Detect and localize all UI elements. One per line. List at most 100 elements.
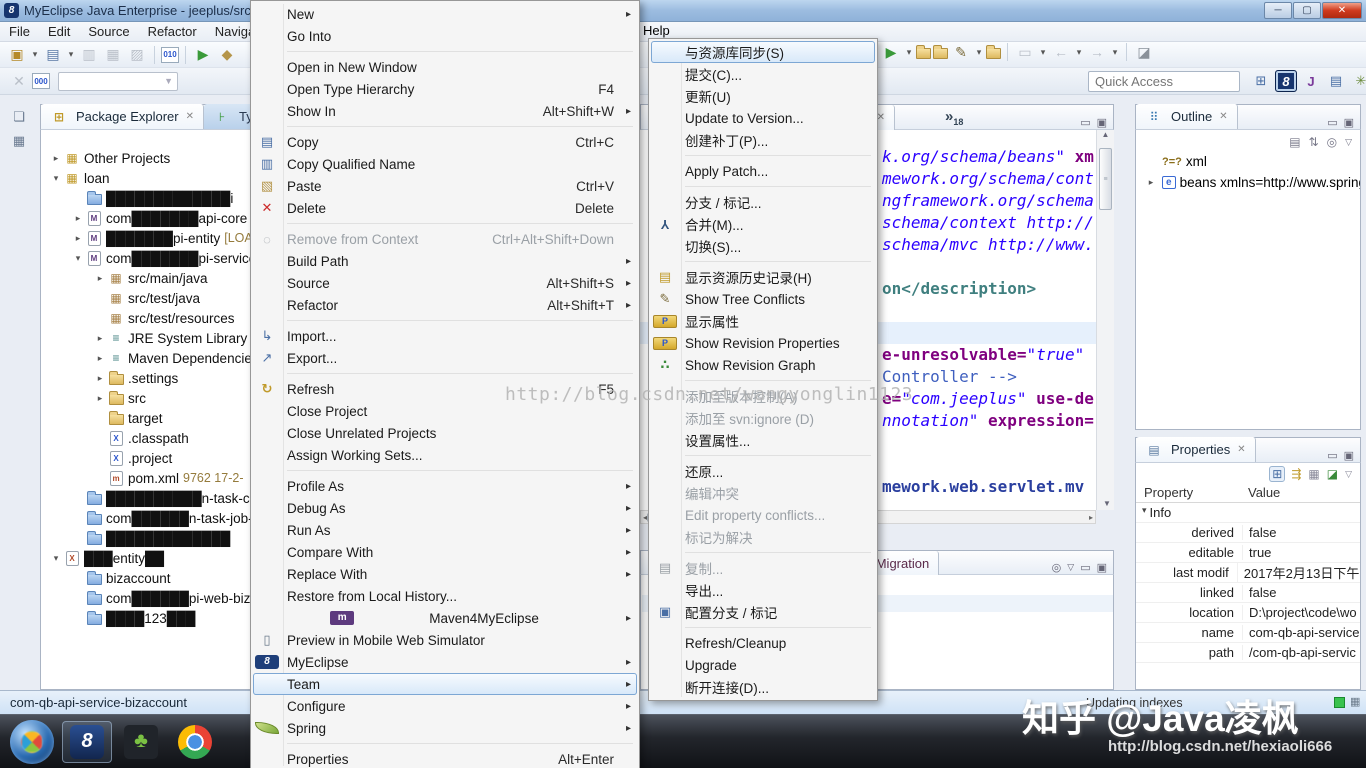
menu-item[interactable]: P Show Revision Properties <box>651 332 875 354</box>
menu-item[interactable] <box>651 623 875 632</box>
menu-item[interactable]: ✎ Show Tree Conflicts <box>651 288 875 310</box>
menu-item[interactable]: Show In Alt+Shift+W ▸ <box>253 100 637 122</box>
tab-properties[interactable]: ▤ Properties ✕ <box>1136 437 1256 462</box>
tree-row[interactable]: █████████████ <box>41 528 245 548</box>
last-edit-icon[interactable]: ▭ <box>1014 42 1036 62</box>
menu-item[interactable]: Restore from Local History... <box>253 585 637 607</box>
property-row[interactable]: path /com-qb-api-servic <box>1136 643 1360 663</box>
maximize-view-icon[interactable]: ▣ <box>1344 116 1354 129</box>
menu-item[interactable]: Replace With ▸ <box>253 563 637 585</box>
new-menu-icon[interactable]: ▤ <box>42 45 64 65</box>
close-button[interactable]: ✕ <box>1322 2 1362 19</box>
menu-item[interactable]: Update to Version... <box>651 107 875 129</box>
minimize-button[interactable]: ─ <box>1264 2 1292 19</box>
dropdown-icon[interactable]: ▾ <box>904 42 914 62</box>
menu-item[interactable]: Spring ▸ <box>253 717 637 739</box>
menu-item[interactable]: ▤ 显示资源历史记录(H) <box>651 266 875 288</box>
menu-item[interactable]: 切换(S)... <box>651 235 875 257</box>
menu-item[interactable]: ✕ Delete Delete <box>253 197 637 219</box>
dropdown-icon[interactable]: ▾ <box>1038 42 1048 62</box>
expand-arrow-icon[interactable]: ▸ <box>71 213 85 224</box>
expand-arrow-icon[interactable]: ▸ <box>49 153 63 164</box>
menu-item[interactable] <box>651 257 875 266</box>
menu-item[interactable] <box>253 739 637 748</box>
debug-perspective-icon[interactable]: ✳ <box>1350 70 1366 92</box>
menu-item[interactable]: Go Into <box>253 25 637 47</box>
view-menu-icon[interactable]: ▽ <box>1345 137 1352 148</box>
menu-item[interactable]: 断开连接(D)... <box>651 676 875 698</box>
menu-item[interactable]: 提交(C)... <box>651 63 875 85</box>
menu-item[interactable]: Close Unrelated Projects <box>253 422 637 444</box>
forward-icon[interactable]: → <box>1086 42 1108 62</box>
separator[interactable] <box>154 45 155 64</box>
run-icon[interactable]: ▶ <box>880 42 902 62</box>
expand-arrow-icon[interactable]: ▾ <box>71 253 85 264</box>
collapse-all-icon[interactable]: ▤ <box>1289 135 1300 149</box>
maximize-view-icon[interactable]: ▣ <box>1097 561 1107 574</box>
menu-item[interactable] <box>651 151 875 160</box>
menu-item[interactable]: ▧ Paste Ctrl+V <box>253 175 637 197</box>
tree-row[interactable]: ▾ X ███entity██ <box>41 548 179 568</box>
tree-row[interactable]: target <box>41 408 178 428</box>
progress-view-icon[interactable]: ▦ <box>1350 695 1360 708</box>
tree-row[interactable]: ▸ src <box>41 388 161 408</box>
menu-item[interactable]: ▤ Copy Ctrl+C <box>253 131 637 153</box>
menu-item[interactable]: Assign Working Sets... <box>253 444 637 466</box>
save-icon[interactable]: ▥ <box>78 45 100 65</box>
menu-item[interactable]: m Maven4MyEclipse ▸ <box>253 607 637 629</box>
menu-item[interactable]: 创建补丁(P)... <box>651 129 875 151</box>
menu-item[interactable] <box>253 466 637 475</box>
palette-view-icon[interactable]: ▦ <box>13 133 25 149</box>
view-menu-icon[interactable]: ▽ <box>1345 469 1352 480</box>
menu-item[interactable] <box>253 369 637 378</box>
menu-item[interactable]: Configure ▸ <box>253 695 637 717</box>
separator[interactable] <box>1126 43 1127 61</box>
myeclipse-perspective-icon[interactable]: 8 <box>1275 70 1297 92</box>
annotate-icon[interactable]: ✎ <box>950 42 972 62</box>
menu-item[interactable]: 导出... <box>651 579 875 601</box>
expand-arrow-icon[interactable]: ▸ <box>93 393 107 404</box>
minimize-view-icon[interactable]: ▭ <box>1327 449 1337 462</box>
menu-item[interactable]: New ▸ <box>253 3 637 25</box>
print-icon[interactable]: ▨ <box>126 45 148 65</box>
tree-row[interactable]: ██████████n-task-core <box>41 488 284 508</box>
save-all-icon[interactable]: ▦ <box>102 45 124 65</box>
new-wizard-icon[interactable]: ▣ <box>6 45 28 65</box>
menu-item[interactable]: ▥ Copy Qualified Name <box>253 153 637 175</box>
menu-item[interactable]: 标记为解决 <box>651 526 875 548</box>
expand-arrow-icon[interactable]: ▸ <box>93 353 107 364</box>
expand-arrow-icon[interactable]: ▸ <box>71 233 85 244</box>
separator[interactable] <box>185 45 186 64</box>
menu-item[interactable]: P 显示属性 <box>651 310 875 332</box>
menubar-item[interactable]: Source <box>79 23 138 40</box>
tree-row[interactable]: ▸ ▦ Other Projects <box>41 148 185 168</box>
menu-item[interactable] <box>253 316 637 325</box>
restore-view-icon[interactable]: ❏ <box>13 109 25 125</box>
expand-arrow-icon[interactable]: ▸ <box>93 373 107 384</box>
menu-item[interactable]: ↗ Export... <box>253 347 637 369</box>
menu-item[interactable]: 添加至版本控制(A) <box>651 385 875 407</box>
tree-row[interactable]: ▸ ▦ src/main/java <box>41 268 223 288</box>
taskbar-green-app[interactable]: ♣ <box>116 721 166 763</box>
menubar-item-help[interactable]: Help <box>643 23 670 38</box>
scheme-combobox[interactable]: ▼ <box>58 71 178 91</box>
menu-item[interactable] <box>651 376 875 385</box>
pin-icon[interactable]: ◪ <box>1327 467 1338 481</box>
view-menu-icon[interactable]: ◎ <box>1052 561 1062 574</box>
menu-item[interactable]: ↳ Import... <box>253 325 637 347</box>
show-advanced-icon[interactable]: ▦ <box>1308 467 1319 481</box>
menu-item[interactable]: ▤ 复制... <box>651 557 875 579</box>
maximize-view-icon[interactable]: ▣ <box>1344 449 1354 462</box>
menu-item[interactable]: Upgrade <box>651 654 875 676</box>
vertical-scrollbar[interactable]: ▲ ≡ ▼ <box>1096 130 1114 510</box>
tree-row[interactable]: ▾ ▦ loan <box>41 168 125 188</box>
property-row[interactable]: last modif 2017年2月13日下午5 <box>1136 563 1360 583</box>
maximize-button[interactable]: ▢ <box>1293 2 1321 19</box>
menu-item[interactable]: ↻ Refresh F5 <box>253 378 637 400</box>
tree-row[interactable]: m pom.xml 9762 17-2- <box>41 468 254 488</box>
menu-item[interactable] <box>253 219 637 228</box>
minimize-view-icon[interactable]: ▭ <box>1080 561 1090 574</box>
clear-icon[interactable]: ✕ <box>8 71 30 91</box>
grid-000-icon[interactable]: 000 <box>32 73 50 89</box>
menu-item[interactable]: 编辑冲突 <box>651 482 875 504</box>
